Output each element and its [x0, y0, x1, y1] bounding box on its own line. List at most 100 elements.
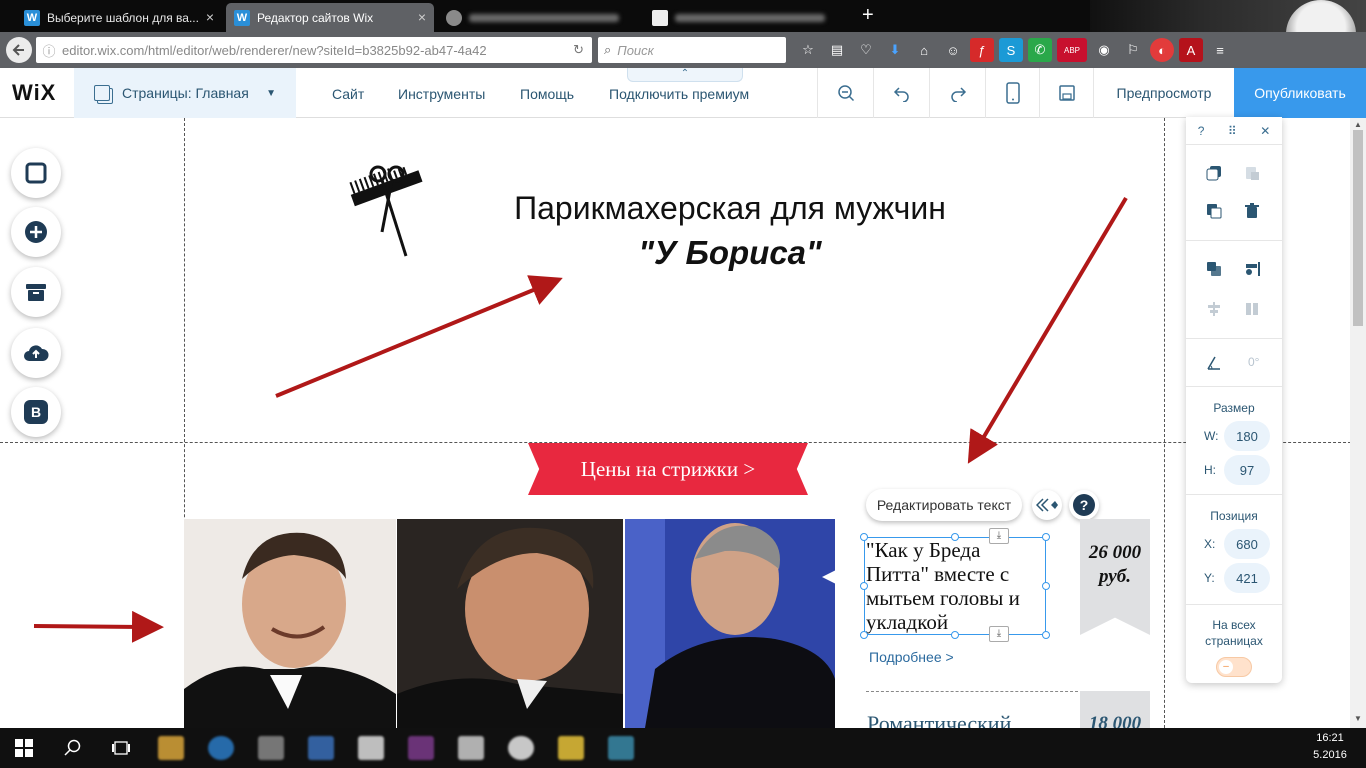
- extension-icon[interactable]: ◐: [1150, 38, 1174, 62]
- resize-handle[interactable]: [1042, 533, 1050, 541]
- taskbar-app-icon[interactable]: [458, 736, 484, 760]
- y-row: Y: 421: [1204, 563, 1270, 593]
- duplicate-icon[interactable]: [1206, 203, 1222, 219]
- menu-tools[interactable]: Инструменты: [398, 86, 485, 102]
- reading-list-icon[interactable]: ▤: [825, 38, 849, 62]
- tab-wix-templates[interactable]: W Выберите шаблон для ва... ×: [16, 3, 222, 32]
- system-clock[interactable]: 16:21 5.2016: [1300, 730, 1360, 764]
- close-icon[interactable]: ✕: [1260, 124, 1270, 138]
- save-button[interactable]: [1039, 68, 1093, 118]
- help-icon[interactable]: ?: [1198, 124, 1205, 138]
- new-tab-button[interactable]: +: [862, 4, 874, 27]
- help-button[interactable]: ?: [1069, 490, 1099, 520]
- preview-button[interactable]: Предпросмотр: [1093, 68, 1234, 118]
- zoom-out-button[interactable]: [817, 68, 873, 118]
- resize-handle[interactable]: [860, 533, 868, 541]
- drag-handle-icon[interactable]: ⠿: [1228, 124, 1237, 138]
- stretch-bottom-icon[interactable]: ⤓: [989, 626, 1009, 642]
- pages-dropdown[interactable]: Страницы: Главная ▼: [74, 68, 296, 118]
- price-tag[interactable]: 26 000 руб.: [1080, 519, 1150, 635]
- gallery-photo[interactable]: [184, 519, 396, 728]
- task-view-button[interactable]: [98, 728, 144, 768]
- copy-icon[interactable]: [1206, 165, 1222, 181]
- delete-icon[interactable]: [1244, 203, 1260, 219]
- stretch-top-icon[interactable]: ⤓: [989, 528, 1009, 544]
- show-on-all-pages-toggle[interactable]: –: [1216, 657, 1252, 677]
- menu-site[interactable]: Сайт: [332, 86, 364, 102]
- taskbar-app-icon[interactable]: [608, 736, 634, 760]
- publish-button[interactable]: Опубликовать: [1234, 68, 1366, 118]
- menu-help[interactable]: Помощь: [520, 86, 574, 102]
- taskbar-app-icon[interactable]: [158, 736, 184, 760]
- bookmark-star-icon[interactable]: ☆: [796, 38, 820, 62]
- y-input[interactable]: 421: [1224, 563, 1270, 593]
- reload-icon[interactable]: ↻: [573, 42, 584, 58]
- arrange-icon[interactable]: [1206, 261, 1222, 277]
- resize-handle[interactable]: [860, 582, 868, 590]
- address-bar[interactable]: ⓘ editor.wix.com/html/editor/web/rendere…: [36, 37, 592, 63]
- x-input[interactable]: 680: [1224, 529, 1270, 559]
- taskbar-app-icon[interactable]: [258, 736, 284, 760]
- scrollbar-thumb[interactable]: [1353, 130, 1363, 326]
- skype-icon[interactable]: S: [999, 38, 1023, 62]
- resize-handle[interactable]: [1042, 582, 1050, 590]
- info-icon[interactable]: ⓘ: [36, 41, 62, 60]
- close-icon[interactable]: ×: [206, 9, 214, 25]
- vertical-scrollbar[interactable]: ▲ ▼: [1350, 118, 1366, 728]
- close-icon[interactable]: ×: [418, 9, 426, 25]
- rotation-value[interactable]: 0°: [1248, 355, 1259, 369]
- animation-button[interactable]: [1032, 490, 1062, 520]
- editor-canvas[interactable]: B Парикмахерская для мужчин "У Бориса" Ц…: [0, 118, 1366, 728]
- taskbar-app-icon[interactable]: [208, 736, 234, 760]
- gallery-photo[interactable]: [625, 519, 835, 728]
- whatsapp-icon[interactable]: ✆: [1028, 38, 1052, 62]
- more-link[interactable]: Подробнее >: [869, 649, 954, 665]
- width-input[interactable]: 180: [1224, 421, 1270, 451]
- extension-icon[interactable]: ⚐: [1121, 38, 1145, 62]
- tab-blurred[interactable]: [644, 3, 852, 32]
- extension-icon[interactable]: A: [1179, 38, 1203, 62]
- taskbar-app-icon[interactable]: [308, 736, 334, 760]
- search-button[interactable]: [50, 728, 96, 768]
- adblock-plus-icon[interactable]: ABP: [1057, 38, 1087, 62]
- scroll-up-icon[interactable]: ▲: [1354, 120, 1362, 129]
- flash-icon[interactable]: ƒ: [970, 38, 994, 62]
- back-button[interactable]: [6, 37, 32, 63]
- search-input[interactable]: ⌕ Поиск: [598, 37, 786, 63]
- menu-upgrade[interactable]: Подключить премиум: [609, 86, 749, 102]
- emoji-icon[interactable]: ☺: [941, 38, 965, 62]
- prices-ribbon[interactable]: Цены на стрижки >: [528, 443, 808, 495]
- edit-text-button[interactable]: Редактировать текст: [866, 489, 1022, 521]
- mobile-view-button[interactable]: [985, 68, 1039, 118]
- tab-blurred[interactable]: [438, 3, 638, 32]
- taskbar-app-icon[interactable]: [358, 736, 384, 760]
- rotate-icon[interactable]: [1206, 355, 1222, 371]
- search-icon: ⌕: [604, 42, 612, 57]
- pocket-icon[interactable]: ♡: [854, 38, 878, 62]
- price-tag[interactable]: 18 000: [1080, 691, 1150, 728]
- taskbar-app-icon[interactable]: [558, 736, 584, 760]
- zoom-out-icon: [837, 85, 854, 102]
- service-title[interactable]: Романтический: [867, 711, 1011, 728]
- resize-handle[interactable]: [1042, 631, 1050, 639]
- undo-button[interactable]: [873, 68, 929, 118]
- extension-icon[interactable]: ◉: [1092, 38, 1116, 62]
- taskbar-app-icon[interactable]: [508, 736, 534, 760]
- height-input[interactable]: 97: [1224, 455, 1270, 485]
- taskbar-app-icon[interactable]: [408, 736, 434, 760]
- home-icon[interactable]: ⌂: [912, 38, 936, 62]
- tab-wix-editor[interactable]: W Редактор сайтов Wix ×: [226, 3, 434, 32]
- resize-handle[interactable]: [860, 631, 868, 639]
- align-icon[interactable]: [1244, 261, 1260, 277]
- start-button[interactable]: [0, 728, 48, 768]
- selected-text-element[interactable]: "Как у Бреда Питта" вместе с мытьем голо…: [864, 537, 1046, 635]
- gallery-photo[interactable]: [397, 519, 623, 728]
- scroll-down-icon[interactable]: ▼: [1354, 714, 1362, 723]
- download-icon[interactable]: ⬇: [883, 38, 907, 62]
- menu-icon[interactable]: ≡: [1208, 38, 1232, 62]
- redo-button[interactable]: [929, 68, 985, 118]
- collapse-toolbar-button[interactable]: ⌃: [627, 68, 743, 82]
- toggle-off-icon: –: [1219, 660, 1233, 674]
- resize-handle[interactable]: [951, 631, 959, 639]
- resize-handle[interactable]: [951, 533, 959, 541]
